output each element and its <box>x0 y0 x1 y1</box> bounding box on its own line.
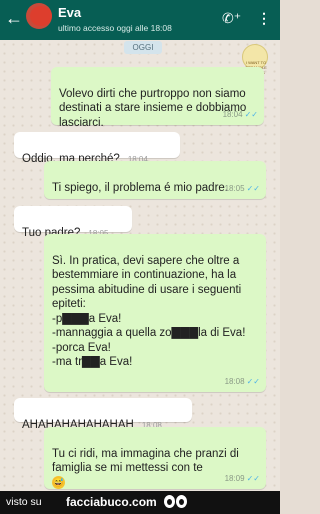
message-meta: 18:09 ✓✓ <box>225 472 260 487</box>
chat-header: ← Eva ultimo accesso oggi alle 18:08 ✆⁺ … <box>0 0 280 40</box>
last-seen-status: ultimo accesso oggi alle 18:08 <box>58 23 172 33</box>
message-bubble-out[interactable]: Sì. In pratica, devi sapere che oltre a … <box>44 234 266 392</box>
message-bubble-out[interactable]: Tu ci ridi, ma immagina che pranzi di fa… <box>44 427 266 489</box>
message-time: 18:04 <box>222 109 243 119</box>
brand-logo: facciabuco.com <box>66 495 157 509</box>
message-bubble-out[interactable]: Volevo dirti che purtroppo non siamo des… <box>51 67 264 129</box>
eyes-logo-icon <box>164 495 188 509</box>
read-ticks-icon: ✓✓ <box>246 183 260 193</box>
message-bubble-out[interactable]: Ti spiego, il problema é mio padre. 18:0… <box>44 161 266 199</box>
message-time: 18:05 <box>224 183 245 193</box>
phone-add-icon[interactable]: ✆⁺ <box>222 10 241 26</box>
read-ticks-icon: ✓✓ <box>244 109 258 119</box>
message-bubble-in[interactable]: AHAHAHAHAHAHAH 18:08 <box>14 398 192 431</box>
more-vert-icon[interactable]: ⋮ <box>257 10 271 26</box>
message-text: Tu ci ridi, ma immagina che pranzi di fa… <box>52 447 239 475</box>
read-ticks-icon: ✓✓ <box>246 473 260 483</box>
message-text: Sì. In pratica, devi sapere che oltre a … <box>52 254 246 369</box>
message-meta: 18:04 ✓✓ <box>223 108 258 123</box>
visto-su-label: visto su <box>6 496 42 508</box>
message-text: Volevo dirti che purtroppo non siamo des… <box>59 87 247 129</box>
avatar[interactable] <box>26 3 52 29</box>
message-time: 18:09 <box>224 473 245 483</box>
message-meta: 18:05 ✓✓ <box>225 182 260 197</box>
contact-name[interactable]: Eva <box>58 5 81 20</box>
chat-area[interactable]: OGGI I WANT TO STRANGLE FRIENDS Volevo d… <box>0 40 280 491</box>
arrow-left-icon[interactable]: ← <box>5 8 23 28</box>
message-meta: 18:08 ✓✓ <box>225 375 260 390</box>
read-ticks-icon: ✓✓ <box>246 376 260 386</box>
message-bubble-in[interactable]: Oddio, ma perché? 18:04 <box>14 132 180 165</box>
date-chip: OGGI <box>124 41 162 54</box>
message-time: 18:08 <box>224 376 245 386</box>
watermark-footer: visto su facciabuco.com <box>0 491 280 514</box>
message-bubble-in[interactable]: Tuo padre? 18:05 <box>14 206 132 239</box>
sweat-smile-emoji-icon: 😅 <box>52 475 65 489</box>
message-text: Ti spiego, il problema é mio padre. <box>52 181 228 194</box>
